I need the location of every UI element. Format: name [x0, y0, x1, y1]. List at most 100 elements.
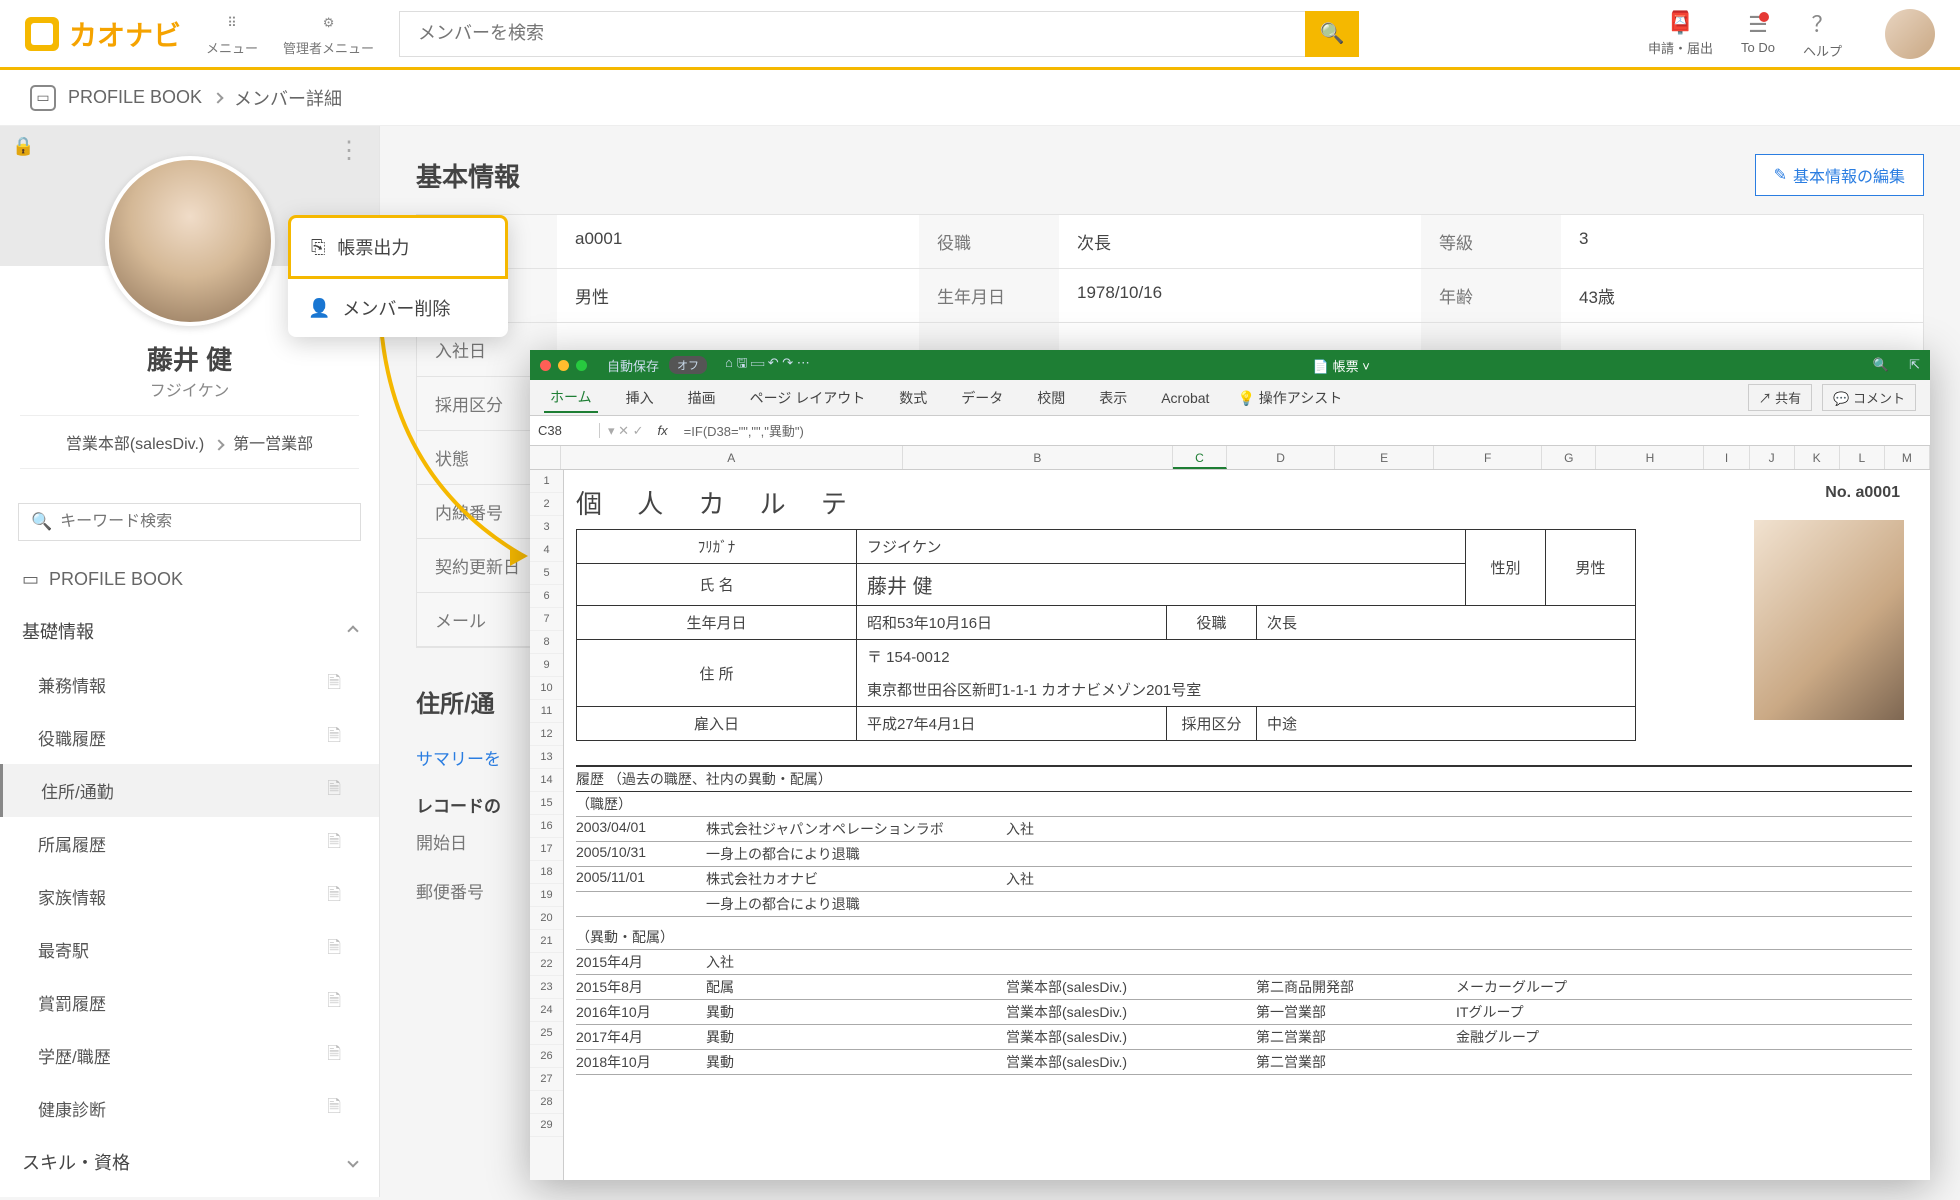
hire-label: 雇入日 [577, 707, 857, 741]
ribbon-tab[interactable]: 表示 [1093, 384, 1133, 412]
sidebar-item[interactable]: 学歴/職歴🗎 [0, 1029, 379, 1082]
row-header[interactable]: 20 [530, 907, 563, 930]
ribbon-tab[interactable]: Acrobat [1155, 386, 1215, 410]
row-header[interactable]: 18 [530, 861, 563, 884]
col-header[interactable]: C [1173, 446, 1227, 469]
row-header[interactable]: 28 [530, 1091, 563, 1114]
sidebar-item[interactable]: 最寄駅🗎 [0, 923, 379, 976]
nav-section-skill[interactable]: スキル・資格 [0, 1135, 379, 1189]
ribbon-tab[interactable]: 描画 [682, 384, 722, 412]
ribbon-tab[interactable]: 数式 [893, 384, 933, 412]
col-header[interactable]: J [1750, 446, 1795, 469]
col-header[interactable]: A [561, 446, 903, 469]
maximize-dot[interactable] [576, 360, 587, 371]
todo-button[interactable]: ☰ To Do [1741, 12, 1775, 55]
col-header[interactable]: I [1704, 446, 1749, 469]
row-header[interactable]: 16 [530, 815, 563, 838]
sidebar-item[interactable]: 住所/通勤🗎 [0, 764, 379, 817]
minimize-dot[interactable] [558, 360, 569, 371]
edit-basic-button[interactable]: ✎ 基本情報の編集 [1755, 154, 1924, 196]
row-header[interactable]: 1 [530, 470, 563, 493]
sidebar-item[interactable]: 所属履歴🗎 [0, 817, 379, 870]
comment-button[interactable]: 💬 コメント [1822, 384, 1916, 411]
row-header[interactable]: 2 [530, 493, 563, 516]
assist-button[interactable]: 💡 操作アシスト [1237, 388, 1342, 408]
row-header[interactable]: 27 [530, 1068, 563, 1091]
export-report-item[interactable]: ⎘ 帳票出力 [288, 215, 508, 279]
delete-member-item[interactable]: 👤 メンバー削除 [288, 279, 508, 337]
row-header[interactable]: 14 [530, 769, 563, 792]
history-cell: 第二営業部 [1256, 1052, 1456, 1072]
ribbon-tab[interactable]: ページ レイアウト [744, 384, 872, 412]
ribbon-tab[interactable]: データ [955, 384, 1009, 412]
row-header[interactable]: 23 [530, 976, 563, 999]
row-header[interactable]: 9 [530, 654, 563, 677]
row-header[interactable]: 13 [530, 746, 563, 769]
apply-label: 申請・届出 [1648, 38, 1713, 57]
autosave-toggle[interactable]: オフ [669, 356, 707, 374]
history-row: 2003/04/01株式会社ジャパンオペレーションラボ入社 [576, 817, 1912, 842]
nav-section-basic[interactable]: 基礎情報 [0, 604, 379, 658]
share-icon[interactable]: ⇱ [1909, 357, 1920, 373]
col-header[interactable]: D [1227, 446, 1335, 469]
kebab-menu[interactable]: ⋮ [337, 136, 361, 165]
col-header[interactable]: E [1335, 446, 1434, 469]
col-header[interactable]: G [1542, 446, 1596, 469]
menu-button[interactable]: ⠿ メニュー [206, 11, 258, 57]
nav-section-grow[interactable]: 育成・適正・SPI [0, 1189, 379, 1197]
keyword-input[interactable] [60, 513, 348, 531]
row-header[interactable]: 3 [530, 516, 563, 539]
search-button[interactable]: 🔍 [1305, 11, 1359, 57]
help-button[interactable]: ？ ヘルプ [1803, 7, 1842, 60]
dept-child[interactable]: 第一営業部 [233, 436, 313, 453]
col-header[interactable]: B [903, 446, 1173, 469]
col-header[interactable]: K [1795, 446, 1840, 469]
row-header[interactable]: 19 [530, 884, 563, 907]
row-header[interactable]: 24 [530, 999, 563, 1022]
row-header[interactable]: 8 [530, 631, 563, 654]
excel-window: 自動保存 オフ ⌂ 🖫 ▭ ↶ ↷ ⋯ 📄 帳票 ˅ 🔍 ⇱ ホーム挿入描画ペー… [530, 350, 1930, 1180]
col-header[interactable]: L [1840, 446, 1885, 469]
row-header[interactable]: 26 [530, 1045, 563, 1068]
sidebar-item[interactable]: 健康診断🗎 [0, 1082, 379, 1135]
ribbon-tab[interactable]: 挿入 [620, 384, 660, 412]
spreadsheet-area[interactable]: 個 人 カ ル テ No. a0001 ﾌﾘｶﾞﾅフジイケン性別男性 氏 名藤井… [564, 470, 1930, 1180]
sidebar-item[interactable]: 兼務情報🗎 [0, 658, 379, 711]
row-header[interactable]: 7 [530, 608, 563, 631]
row-header[interactable]: 22 [530, 953, 563, 976]
document-icon: 🗎 [327, 882, 341, 911]
sidebar-item[interactable]: 役職履歴🗎 [0, 711, 379, 764]
col-header[interactable]: M [1885, 446, 1930, 469]
formula-input[interactable]: =IF(D38="","","異動") [674, 421, 814, 440]
sidebar-item[interactable]: 家族情報🗎 [0, 870, 379, 923]
ribbon-tab[interactable]: 校閲 [1031, 384, 1071, 412]
col-header[interactable]: H [1596, 446, 1704, 469]
row-header[interactable]: 25 [530, 1022, 563, 1045]
row-header[interactable]: 12 [530, 723, 563, 746]
row-header[interactable]: 21 [530, 930, 563, 953]
ribbon-tab[interactable]: ホーム [544, 383, 598, 413]
cell-reference[interactable]: C38 [530, 423, 600, 438]
apply-button[interactable]: 📮 申請・届出 [1648, 10, 1713, 57]
brand-logo[interactable]: カオナビ [25, 14, 181, 54]
search-icon[interactable]: 🔍 [1873, 357, 1889, 373]
dept-parent[interactable]: 営業本部(salesDiv.) [66, 436, 204, 453]
nav-profilebook[interactable]: ▭ PROFILE BOOK [0, 555, 379, 604]
row-header[interactable]: 4 [530, 539, 563, 562]
col-header[interactable]: F [1434, 446, 1542, 469]
close-dot[interactable] [540, 360, 551, 371]
search-input[interactable] [399, 11, 1305, 57]
row-header[interactable]: 29 [530, 1114, 563, 1137]
sidebar-item[interactable]: 賞罰履歴🗎 [0, 976, 379, 1029]
row-header[interactable]: 15 [530, 792, 563, 815]
row-header[interactable]: 17 [530, 838, 563, 861]
user-avatar[interactable] [1885, 9, 1935, 59]
breadcrumb-root[interactable]: PROFILE BOOK [68, 87, 202, 108]
row-header[interactable]: 5 [530, 562, 563, 585]
row-header[interactable]: 6 [530, 585, 563, 608]
row-header[interactable]: 10 [530, 677, 563, 700]
row-header[interactable]: 11 [530, 700, 563, 723]
summary-link[interactable]: サマリーを [416, 733, 501, 782]
admin-menu-button[interactable]: ⚙ 管理者メニュー [283, 11, 374, 57]
share-button[interactable]: ↗ 共有 [1748, 384, 1813, 411]
